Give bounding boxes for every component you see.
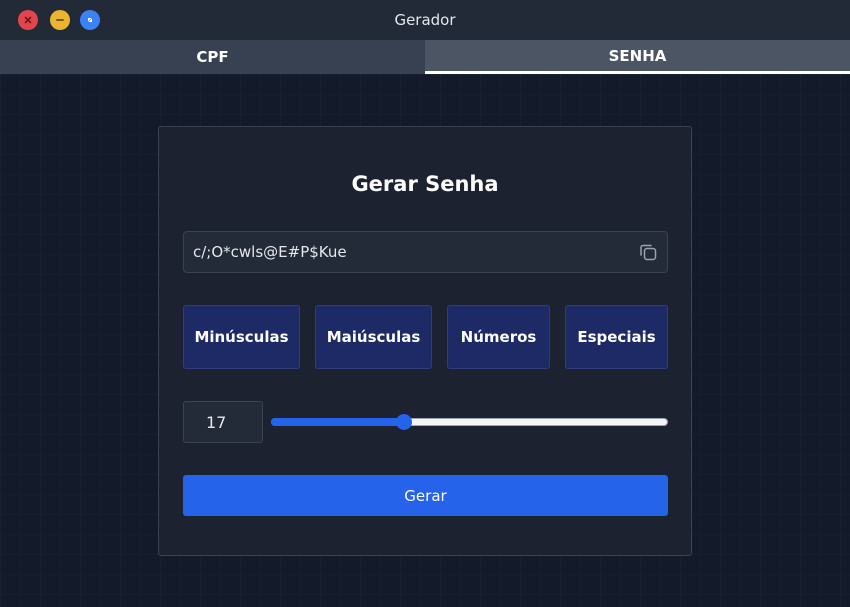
window-title: Gerador <box>394 11 456 29</box>
generate-button[interactable]: Gerar <box>183 475 668 516</box>
numbers-option-button[interactable]: Números <box>447 305 550 369</box>
card-title: Gerar Senha <box>351 172 499 196</box>
tab-bar: CPF SENHA <box>0 40 850 74</box>
lowercase-option-button[interactable]: Minúsculas <box>183 305 300 369</box>
password-value: c/;O*cwls@E#P$Kue <box>193 243 347 261</box>
app-window: Gerador CPF SENHA Gerar Senha c/;O*cwls@… <box>0 0 850 607</box>
copy-icon[interactable] <box>638 242 658 262</box>
tab-senha[interactable]: SENHA <box>425 40 850 74</box>
length-slider[interactable] <box>271 414 668 430</box>
length-input[interactable]: 17 <box>183 401 263 443</box>
password-card: Gerar Senha c/;O*cwls@E#P$Kue Minúsculas… <box>158 126 692 556</box>
password-output-field[interactable]: c/;O*cwls@E#P$Kue <box>183 231 668 273</box>
title-bar: Gerador <box>0 0 850 40</box>
uppercase-option-button[interactable]: Maiúsculas <box>315 305 432 369</box>
slider-fill <box>271 418 404 426</box>
tab-cpf[interactable]: CPF <box>0 40 425 74</box>
slider-thumb[interactable] <box>396 414 412 430</box>
special-option-button[interactable]: Especiais <box>565 305 668 369</box>
